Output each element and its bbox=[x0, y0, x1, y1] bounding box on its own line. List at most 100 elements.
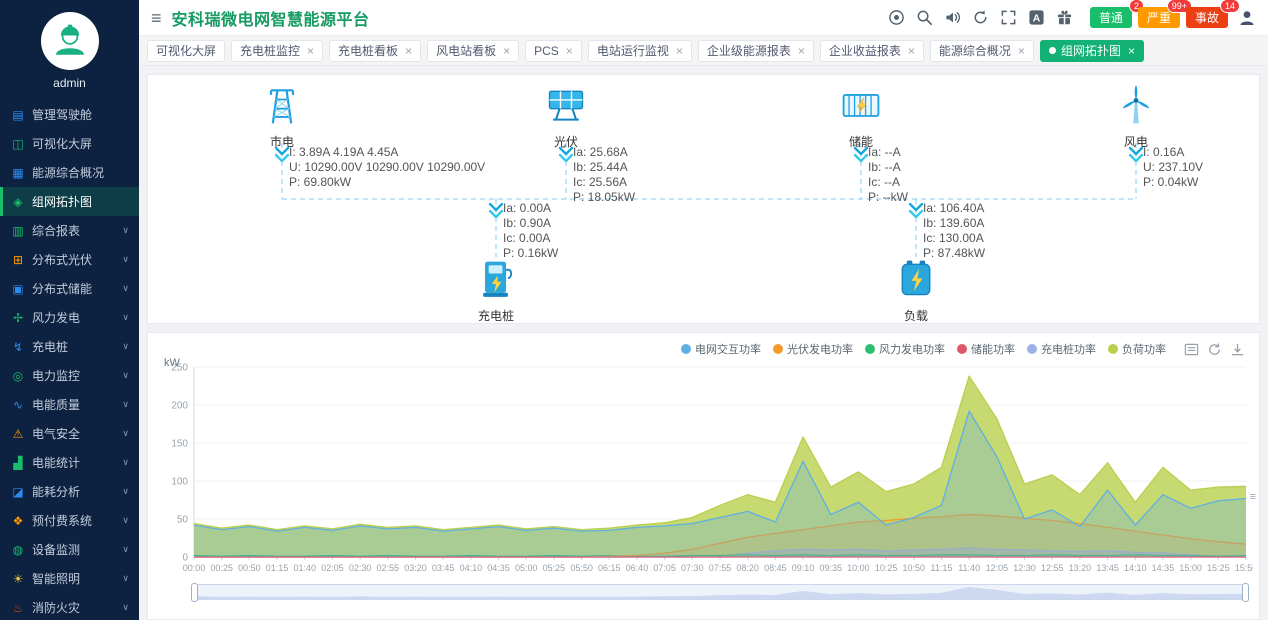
collapse-menu-icon[interactable]: ≡ bbox=[151, 9, 162, 27]
node-load[interactable]: 负载 bbox=[868, 257, 964, 324]
close-icon[interactable]: × bbox=[503, 45, 510, 57]
menu-item-icon: ✢ bbox=[10, 311, 26, 325]
sidebar-item-12[interactable]: ⚠电气安全∨ bbox=[0, 419, 139, 448]
svg-text:00:00: 00:00 bbox=[183, 563, 206, 573]
tab-4[interactable]: 风电站看板× bbox=[427, 40, 519, 62]
menu-item-icon: ▟ bbox=[10, 456, 26, 470]
close-icon[interactable]: × bbox=[405, 45, 412, 57]
sidebar-item-11[interactable]: ∿电能质量∨ bbox=[0, 390, 139, 419]
svg-text:03:45: 03:45 bbox=[432, 563, 455, 573]
legend-item-5[interactable]: 充电桩功率 bbox=[1027, 341, 1096, 357]
chart-legend: 电网交互功率光伏发电功率 风力发电功率储能功率 充电桩功率负荷功率 bbox=[681, 341, 1166, 357]
menu-item-label: 分布式光伏 bbox=[32, 251, 92, 268]
tab-10[interactable]: 组网拓扑图 × bbox=[1040, 40, 1144, 62]
close-icon[interactable]: × bbox=[307, 45, 314, 57]
datazoom-handle-left[interactable] bbox=[191, 583, 198, 602]
node-label: 充电桩 bbox=[448, 307, 544, 324]
legend-item-4[interactable]: 储能功率 bbox=[957, 341, 1015, 357]
alarm-button-1[interactable]: 普通2 bbox=[1090, 7, 1132, 28]
volume-icon[interactable] bbox=[944, 9, 962, 27]
sidebar-item-15[interactable]: ❖预付费系统∨ bbox=[0, 506, 139, 535]
alarm-button-2[interactable]: 严重99+ bbox=[1138, 7, 1180, 28]
svg-text:07:30: 07:30 bbox=[681, 563, 704, 573]
data-view-icon[interactable] bbox=[1184, 342, 1199, 357]
tab-6[interactable]: 电站运行监视× bbox=[588, 40, 692, 62]
sidebar-item-14[interactable]: ◪能耗分析∨ bbox=[0, 477, 139, 506]
datazoom-slider[interactable] bbox=[194, 584, 1246, 600]
sidebar-item-1[interactable]: ▤管理驾驶舱 bbox=[0, 100, 139, 129]
legend-label: 充电桩功率 bbox=[1041, 341, 1096, 357]
tab-label: 组网拓扑图 bbox=[1061, 42, 1121, 59]
restore-icon[interactable] bbox=[1207, 342, 1222, 357]
legend-item-3[interactable]: 风力发电功率 bbox=[865, 341, 945, 357]
legend-dot bbox=[1108, 344, 1118, 354]
charger-icon bbox=[448, 257, 544, 306]
tab-5[interactable]: PCS× bbox=[525, 40, 582, 62]
sidebar-item-9[interactable]: ↯充电桩∨ bbox=[0, 332, 139, 361]
sidebar-item-17[interactable]: ☀智能照明∨ bbox=[0, 564, 139, 593]
menu-item-icon: ◫ bbox=[10, 137, 26, 151]
alarm-button-3[interactable]: 事故14 bbox=[1186, 7, 1228, 28]
fullscreen-icon[interactable] bbox=[1000, 9, 1018, 27]
node-data-line: Ic: --A bbox=[868, 175, 908, 190]
sidebar-item-18[interactable]: ♨消防火灾∨ bbox=[0, 593, 139, 620]
search-icon[interactable] bbox=[916, 9, 934, 27]
sidebar-item-2[interactable]: ◫可视化大屏 bbox=[0, 129, 139, 158]
pv-icon bbox=[518, 83, 614, 132]
node-data-line: U: 10290.00V 10290.00V 10290.00V bbox=[289, 160, 485, 175]
node-pv[interactable]: 光伏 bbox=[518, 83, 614, 150]
node-data-line: Ic: 0.00A bbox=[503, 231, 558, 246]
sidebar-item-3[interactable]: ▦能源综合概况 bbox=[0, 158, 139, 187]
close-icon[interactable]: × bbox=[566, 45, 573, 57]
menu-item-label: 智能照明 bbox=[32, 570, 80, 587]
font-size-icon[interactable]: A bbox=[1028, 9, 1046, 27]
sidebar-item-5[interactable]: ▥综合报表∨ bbox=[0, 216, 139, 245]
close-icon[interactable]: × bbox=[908, 45, 915, 57]
legend-item-2[interactable]: 光伏发电功率 bbox=[773, 341, 853, 357]
chevron-down-icon: ∨ bbox=[122, 283, 129, 294]
close-icon[interactable]: × bbox=[1018, 45, 1025, 57]
tab-8[interactable]: 企业收益报表× bbox=[820, 40, 924, 62]
menu-item-icon: ⚠ bbox=[10, 427, 26, 441]
node-wind[interactable]: 风电 bbox=[1088, 83, 1184, 150]
node-grid[interactable]: 市电 bbox=[234, 83, 330, 150]
avatar[interactable] bbox=[41, 12, 99, 70]
gift-icon[interactable] bbox=[1056, 9, 1074, 27]
tab-9[interactable]: 能源综合概况× bbox=[930, 40, 1034, 62]
target-icon[interactable] bbox=[888, 9, 906, 27]
legend-label: 风力发电功率 bbox=[879, 341, 945, 357]
refresh-icon[interactable] bbox=[972, 9, 990, 27]
node-data-line: Ia: 25.68A bbox=[573, 145, 635, 160]
node-charger[interactable]: 充电桩 bbox=[448, 257, 544, 324]
node-data-line: Ib: --A bbox=[868, 160, 908, 175]
close-icon[interactable]: × bbox=[1128, 45, 1135, 57]
sidebar: admin ▤管理驾驶舱◫可视化大屏▦能源综合概况◈组网拓扑图▥综合报表∨⊞分布… bbox=[0, 0, 139, 620]
more-icon[interactable]: ≡ bbox=[1250, 491, 1256, 503]
node-data-line: P: 87.48kW bbox=[923, 246, 985, 261]
legend-item-6[interactable]: 负荷功率 bbox=[1108, 341, 1166, 357]
sidebar-item-16[interactable]: ◍设备监测∨ bbox=[0, 535, 139, 564]
sidebar-item-8[interactable]: ✢风力发电∨ bbox=[0, 303, 139, 332]
sidebar-item-4[interactable]: ◈组网拓扑图 bbox=[0, 187, 139, 216]
close-icon[interactable]: × bbox=[798, 45, 805, 57]
node-data-line: I: 3.89A 4.19A 4.45A bbox=[289, 145, 485, 160]
tab-1[interactable]: 可视化大屏 bbox=[147, 40, 225, 62]
legend-item-1[interactable]: 电网交互功率 bbox=[681, 341, 761, 357]
sidebar-item-10[interactable]: ◎电力监控∨ bbox=[0, 361, 139, 390]
sidebar-item-6[interactable]: ⊞分布式光伏∨ bbox=[0, 245, 139, 274]
legend-dot bbox=[681, 344, 691, 354]
close-icon[interactable]: × bbox=[676, 45, 683, 57]
user-icon[interactable] bbox=[1238, 9, 1256, 27]
datazoom-handle-right[interactable] bbox=[1242, 583, 1249, 602]
save-image-icon[interactable] bbox=[1230, 342, 1245, 357]
sidebar-item-7[interactable]: ▣分布式储能∨ bbox=[0, 274, 139, 303]
svg-text:05:00: 05:00 bbox=[515, 563, 538, 573]
tab-3[interactable]: 充电桩看板× bbox=[329, 40, 421, 62]
tab-2[interactable]: 充电桩监控× bbox=[231, 40, 323, 62]
chevron-down-icon: ∨ bbox=[122, 602, 129, 613]
legend-dot bbox=[957, 344, 967, 354]
node-storage[interactable]: 储能 bbox=[813, 83, 909, 150]
svg-text:08:45: 08:45 bbox=[764, 563, 787, 573]
sidebar-item-13[interactable]: ▟电能统计∨ bbox=[0, 448, 139, 477]
tab-7[interactable]: 企业级能源报表× bbox=[698, 40, 814, 62]
